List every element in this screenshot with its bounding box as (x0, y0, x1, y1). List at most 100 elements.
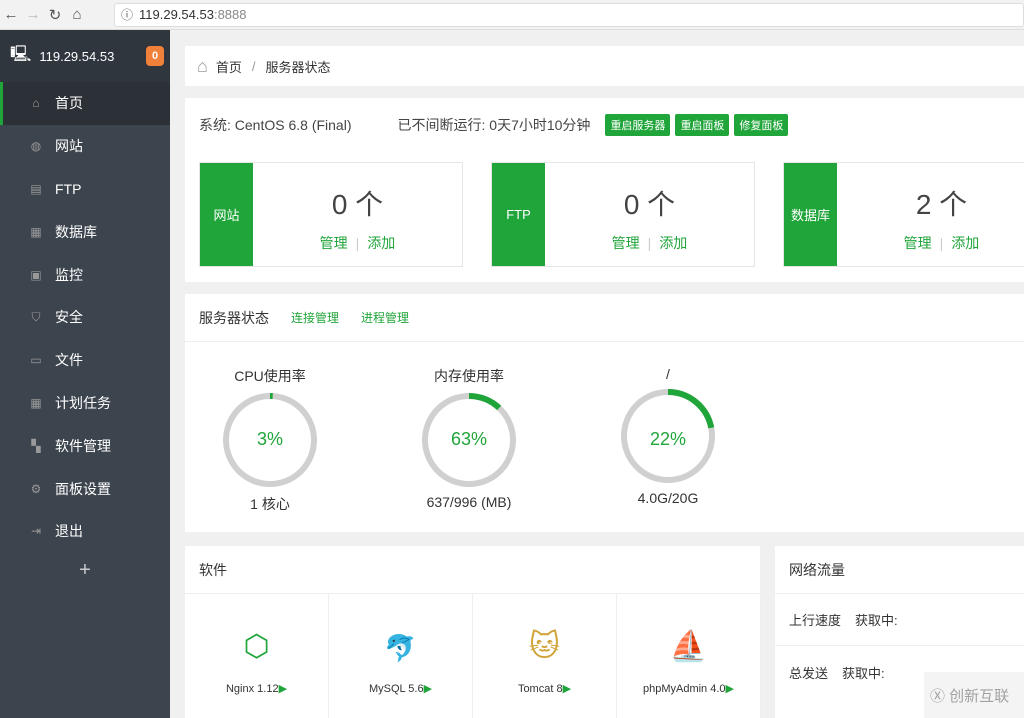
play-icon[interactable]: ▶ (563, 683, 571, 695)
connection-manage-link[interactable]: 连接管理 (291, 309, 339, 326)
gauge-title: 内存使用率 (434, 368, 504, 384)
stat-count: 0 个 (331, 189, 384, 220)
restart-server-button[interactable]: 重启服务器 (605, 114, 671, 136)
home-icon: ⌂ (197, 55, 208, 76)
gauge-sub: 637/996 (MB) (426, 494, 512, 510)
software-card: 软件 ⬡ Nginx 1.12▶ 🐬 MySQL 5.6▶ 🐱 Tomcat 8▶ ⛵ php… (185, 546, 761, 718)
url-host: 119.29.54.53 (139, 7, 214, 22)
sidebar-item-label: 文件 (55, 352, 83, 369)
sidebar: 🖳 119.29.54.53 0 ⌂ 首页 ◍ 网站 ▤ FTP ▦ 数据库 ▣ 监控 ⛉ 安全 ▭ 文件 ▦… (0, 30, 170, 718)
restart-panel-button[interactable]: 重启面板 (675, 114, 730, 136)
divider: | (355, 235, 360, 251)
calendar-icon: ▦ (30, 395, 42, 410)
server-ip: 119.29.54.53 (39, 48, 115, 64)
gauge-value: 63% (450, 429, 488, 449)
url-port: :8888 (213, 7, 247, 22)
folder-icon: ▭ (30, 353, 42, 368)
section-title: 网络流量 (775, 546, 1024, 594)
watermark-logo: Ⓧ 创新互联 (924, 672, 1024, 718)
address-bar[interactable]: ⓘ 119.29.54.53:8888 (114, 3, 1024, 27)
sidebar-item-label: 数据库 (55, 223, 97, 240)
sidebar-item-label: 安全 (55, 309, 83, 326)
gauge-title: CPU使用率 (234, 368, 306, 384)
tomcat-logo: 🐱 (528, 630, 561, 663)
software-item[interactable]: 🐬 MySQL 5.6▶ (329, 594, 473, 718)
sidebar-item[interactable]: ▦ 数据库 (0, 210, 170, 253)
row-label: 上行速度 (789, 613, 842, 628)
gauge-value: 22% (649, 429, 687, 449)
play-icon[interactable]: ▶ (424, 683, 432, 695)
stat-label: FTP (492, 163, 545, 266)
section-title: 软件 (185, 546, 760, 594)
add-link[interactable]: 添加 (951, 235, 979, 251)
stat-card: 数据库 2 个管理 | 添加 (783, 162, 1024, 267)
software-item[interactable]: ⛵ phpMyAdmin 4.0▶ (617, 594, 761, 718)
software-item[interactable]: 🐱 Tomcat 8▶ (473, 594, 617, 718)
gauge-value: 3% (256, 429, 283, 449)
stat-count: 2 个 (915, 189, 968, 220)
software-name: Tomcat 8 (517, 683, 563, 695)
sidebar-item[interactable]: ▦ 计划任务 (0, 382, 170, 425)
process-manage-link[interactable]: 进程管理 (361, 309, 409, 326)
sidebar-item[interactable]: ▤ FTP (0, 168, 170, 211)
nginx-logo: ⬡ (243, 630, 270, 663)
sidebar-item-label: 监控 (55, 266, 83, 283)
repair-panel-button[interactable]: 修复面板 (734, 114, 789, 136)
row-value: 获取中: (842, 665, 885, 681)
manage-link[interactable]: 管理 (904, 235, 932, 251)
stat-label: 网站 (200, 163, 253, 266)
divider: | (939, 235, 944, 251)
row-value: 获取中: (855, 613, 898, 628)
breadcrumb-home[interactable]: 首页 (216, 57, 242, 76)
gauge-title: / (666, 366, 670, 382)
sidebar-item-label: FTP (55, 180, 82, 197)
sidebar-item-label: 计划任务 (55, 394, 111, 411)
row-label: 总发送 (789, 665, 829, 681)
play-icon[interactable]: ▶ (726, 683, 734, 695)
sidebar-item-label: 网站 (55, 138, 83, 155)
server-header: 🖳 119.29.54.53 (0, 30, 170, 82)
add-link[interactable]: 添加 (659, 235, 687, 251)
phpmyadmin-logo: ⛵ (669, 630, 708, 663)
home-icon[interactable]: ⌂ (66, 6, 88, 23)
software-name: Nginx 1.12 (225, 683, 279, 695)
sidebar-item[interactable]: ⌂ 首页 (0, 82, 170, 125)
software-name: MySQL 5.6 (368, 683, 424, 695)
manage-link[interactable]: 管理 (320, 235, 348, 251)
play-icon[interactable]: ▶ (279, 683, 287, 695)
breadcrumb-sep: / (251, 58, 256, 74)
reload-icon[interactable]: ↻ (44, 6, 66, 24)
manage-link[interactable]: 管理 (612, 235, 640, 251)
sidebar-item[interactable]: ▚ 软件管理 (0, 424, 170, 467)
upload-speed-row: 上行速度 获取中: (775, 594, 1024, 646)
add-button[interactable]: + (0, 559, 170, 582)
sidebar-item-label: 退出 (55, 523, 83, 540)
software-item[interactable]: ⬡ Nginx 1.12▶ (185, 594, 329, 718)
stat-card: FTP 0 个管理 | 添加 (491, 162, 755, 267)
forward-icon[interactable]: → (22, 6, 44, 23)
stat-count: 0 个 (623, 189, 676, 220)
sidebar-item[interactable]: ▭ 文件 (0, 339, 170, 382)
sidebar-item-label: 软件管理 (55, 437, 111, 454)
section-title: 服务器状态 (199, 309, 269, 326)
sidebar-item[interactable]: ⇥ 退出 (0, 510, 170, 553)
gauge: / 22% 4.0G/20G (598, 366, 738, 506)
add-link[interactable]: 添加 (367, 235, 395, 251)
logout-icon: ⇥ (30, 524, 42, 539)
breadcrumb: ⌂ 首页 / 服务器状态 (185, 46, 1024, 86)
sidebar-item[interactable]: ◍ 网站 (0, 125, 170, 168)
divider: | (647, 235, 652, 251)
ftp-icon: ▤ (30, 181, 42, 196)
sidebar-item[interactable]: ▣ 监控 (0, 253, 170, 296)
back-icon[interactable]: ← (0, 6, 22, 23)
gauge: 内存使用率 63% 637/996 (MB) (399, 366, 539, 510)
sidebar-item-label: 面板设置 (55, 480, 111, 497)
notification-badge[interactable]: 0 (146, 46, 164, 66)
breadcrumb-current: 服务器状态 (265, 59, 331, 75)
sidebar-item[interactable]: ⛉ 安全 (0, 296, 170, 339)
monitor-icon: 🖳 (10, 45, 32, 63)
sidebar-item[interactable]: ⚙ 面板设置 (0, 467, 170, 510)
monitor-icon: ▣ (30, 267, 42, 282)
stat-card: 网站 0 个管理 | 添加 (199, 162, 463, 267)
uptime: 已不间断运行: 0天7小时10分钟 (397, 117, 591, 133)
